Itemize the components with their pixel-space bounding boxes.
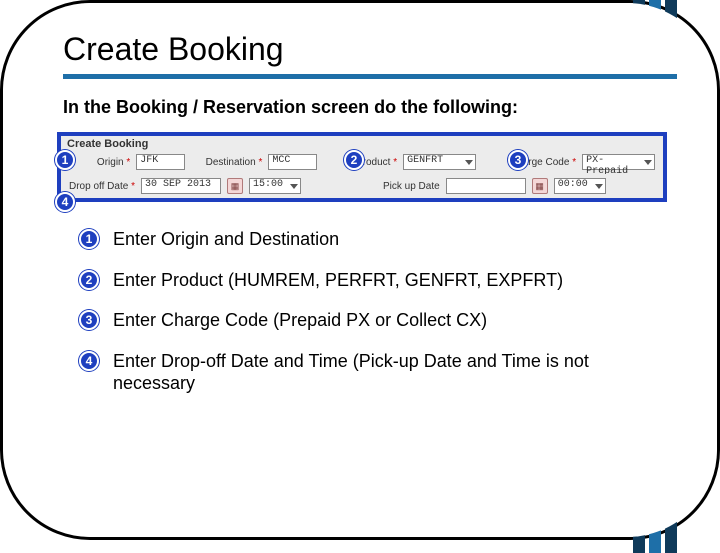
origin-label: Origin * — [97, 157, 130, 168]
step-item: 1 Enter Origin and Destination — [79, 228, 677, 251]
step-item: 3 Enter Charge Code (Prepaid PX or Colle… — [79, 309, 677, 332]
destination-label: Destination * — [206, 157, 263, 168]
callout-2: 2 — [344, 150, 364, 170]
steps-list: 1 Enter Origin and Destination 2 Enter P… — [63, 228, 677, 395]
pickup-date-label: Pick up Date — [383, 181, 440, 192]
step-number: 1 — [79, 229, 99, 249]
title-rule — [63, 74, 677, 79]
step-text: Enter Charge Code (Prepaid PX or Collect… — [113, 309, 487, 332]
slide-content: Create Booking In the Booking / Reservat… — [3, 3, 717, 537]
form-screenshot: Create Booking Origin * JFK Destination … — [57, 132, 667, 202]
step-text: Enter Product (HUMREM, PERFRT, GENFRT, E… — [113, 269, 563, 292]
step-text: Enter Origin and Destination — [113, 228, 339, 251]
dropoff-date-label: Drop off Date * — [69, 181, 135, 192]
dropoff-date-input[interactable]: 30 SEP 2013 — [141, 178, 221, 194]
callout-3: 3 — [508, 150, 528, 170]
product-select[interactable]: GENFRT — [403, 154, 476, 170]
slide: Create Booking In the Booking / Reservat… — [0, 0, 720, 540]
callout-4: 4 — [55, 192, 75, 212]
step-number: 4 — [79, 351, 99, 371]
step-text: Enter Drop-off Date and Time (Pick-up Da… — [113, 350, 643, 395]
calendar-icon[interactable]: ▦ — [532, 178, 548, 194]
calendar-icon[interactable]: ▦ — [227, 178, 243, 194]
charge-code-select[interactable]: PX-Prepaid — [582, 154, 655, 170]
origin-input[interactable]: JFK — [136, 154, 184, 170]
step-item: 4 Enter Drop-off Date and Time (Pick-up … — [79, 350, 677, 395]
page-title: Create Booking — [63, 31, 677, 68]
step-number: 2 — [79, 270, 99, 290]
step-item: 2 Enter Product (HUMREM, PERFRT, GENFRT,… — [79, 269, 677, 292]
callout-1: 1 — [55, 150, 75, 170]
pickup-time-select[interactable]: 00:00 — [554, 178, 606, 194]
intro-text: In the Booking / Reservation screen do t… — [63, 97, 677, 118]
form-header: Create Booking — [61, 136, 663, 150]
pickup-date-input[interactable] — [446, 178, 526, 194]
dropoff-time-select[interactable]: 15:00 — [249, 178, 301, 194]
step-number: 3 — [79, 310, 99, 330]
destination-input[interactable]: MCC — [268, 154, 316, 170]
form-row-2: Drop off Date * 30 SEP 2013 ▦ 15:00 Pick… — [61, 174, 663, 198]
